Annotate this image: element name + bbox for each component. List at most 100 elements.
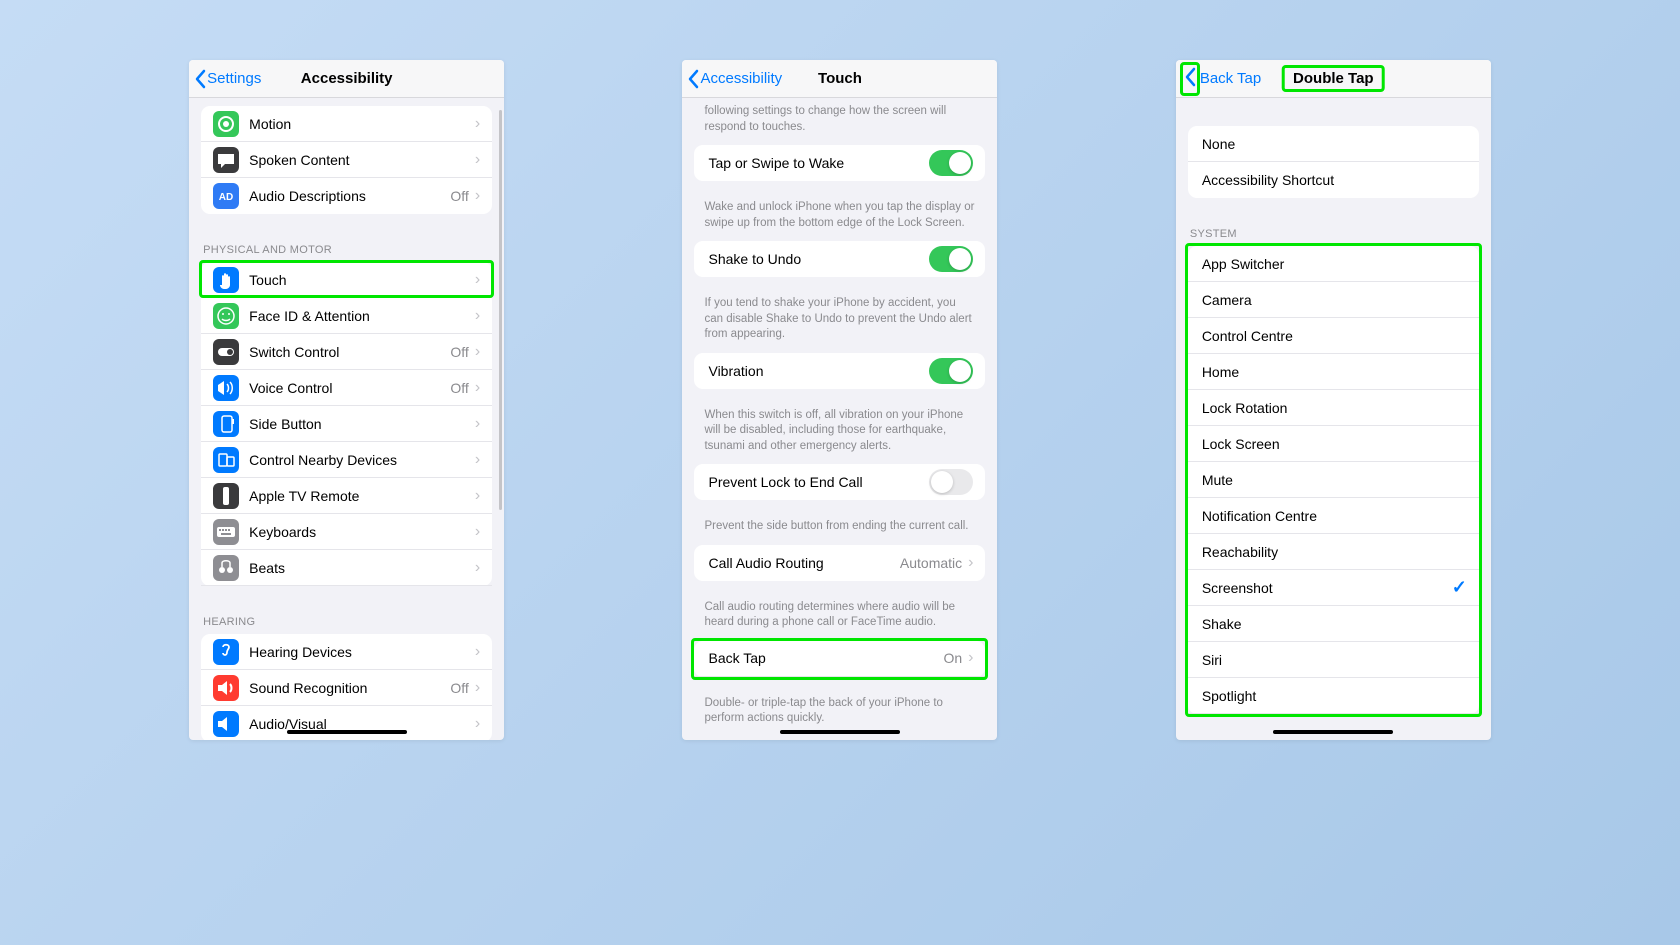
row-label: Spotlight bbox=[1202, 688, 1467, 704]
list-row[interactable]: Hearing Devices› bbox=[201, 634, 492, 670]
bubble-icon bbox=[213, 147, 239, 173]
list-row[interactable]: Apple TV Remote› bbox=[201, 478, 492, 514]
section-header-hearing: HEARING bbox=[189, 600, 504, 634]
list-row[interactable]: Spotlight bbox=[1188, 678, 1479, 714]
list-row[interactable]: Voice ControlOff› bbox=[201, 370, 492, 406]
chevron-right-icon: › bbox=[475, 524, 480, 540]
list-row[interactable]: Switch ControlOff› bbox=[201, 334, 492, 370]
list-row[interactable]: Face ID & Attention› bbox=[201, 298, 492, 334]
list-row[interactable]: ADAudio DescriptionsOff› bbox=[201, 178, 492, 214]
side-icon bbox=[213, 411, 239, 437]
list-row[interactable]: Prevent Lock to End Call bbox=[694, 464, 985, 500]
row-label: Back Tap bbox=[708, 650, 943, 666]
screen-touch: Accessibility Touch following settings t… bbox=[682, 60, 997, 740]
vision-group: Motion›Spoken Content›ADAudio Descriptio… bbox=[201, 106, 492, 214]
setting-group: Vibration bbox=[694, 353, 985, 389]
row-label: Siri bbox=[1202, 652, 1467, 668]
row-label: Motion bbox=[249, 116, 473, 132]
list-row[interactable]: Sound RecognitionOff› bbox=[201, 670, 492, 706]
chevron-right-icon: › bbox=[475, 188, 480, 204]
chevron-right-icon: › bbox=[475, 152, 480, 168]
row-label: Switch Control bbox=[249, 344, 450, 360]
navbar: Settings Accessibility bbox=[189, 60, 504, 98]
toggle-switch[interactable] bbox=[929, 358, 973, 384]
list-row[interactable]: Home bbox=[1188, 354, 1479, 390]
list-row[interactable]: Shake bbox=[1188, 606, 1479, 642]
row-label: Home bbox=[1202, 364, 1467, 380]
row-label: App Switcher bbox=[1202, 256, 1467, 272]
chevron-right-icon: › bbox=[475, 560, 480, 576]
home-indicator[interactable] bbox=[1273, 730, 1393, 734]
list-row[interactable]: Reachability bbox=[1188, 534, 1479, 570]
row-label: Spoken Content bbox=[249, 152, 473, 168]
row-label: Voice Control bbox=[249, 380, 450, 396]
row-label: Side Button bbox=[249, 416, 473, 432]
chevron-right-icon: › bbox=[475, 380, 480, 396]
list-row[interactable]: Shake to Undo bbox=[694, 241, 985, 277]
list-row[interactable]: Touch› bbox=[201, 262, 492, 298]
footer-text: If you tend to shake your iPhone by acci… bbox=[682, 291, 997, 353]
row-label: Shake bbox=[1202, 616, 1467, 632]
setting-group: Shake to Undo bbox=[694, 241, 985, 277]
top-group: None Accessibility Shortcut bbox=[1188, 126, 1479, 198]
back-label: Back Tap bbox=[1200, 70, 1261, 87]
chevron-right-icon: › bbox=[968, 555, 973, 571]
row-label: Vibration bbox=[708, 363, 929, 379]
list-row[interactable]: Keyboards› bbox=[201, 514, 492, 550]
toggle-switch[interactable] bbox=[929, 150, 973, 176]
row-label: None bbox=[1202, 136, 1467, 152]
list-row[interactable]: Lock Screen bbox=[1188, 426, 1479, 462]
list-row[interactable]: Vibration bbox=[694, 353, 985, 389]
home-indicator[interactable] bbox=[780, 730, 900, 734]
list-row[interactable]: Beats› bbox=[201, 550, 492, 586]
voice-icon bbox=[213, 375, 239, 401]
list-row[interactable]: Call Audio RoutingAutomatic› bbox=[694, 545, 985, 581]
chevron-right-icon: › bbox=[475, 344, 480, 360]
av-icon bbox=[213, 711, 239, 737]
list-row[interactable]: Audio/Visual› bbox=[201, 706, 492, 740]
audiodesc-icon: AD bbox=[213, 183, 239, 209]
content: None Accessibility Shortcut SYSTEM App Sw… bbox=[1176, 98, 1491, 740]
section-header-system: SYSTEM bbox=[1176, 212, 1491, 246]
row-label: Camera bbox=[1202, 292, 1467, 308]
chevron-left-icon bbox=[686, 69, 700, 89]
list-row[interactable]: Accessibility Shortcut bbox=[1188, 162, 1479, 198]
beats-icon bbox=[213, 555, 239, 581]
list-row[interactable]: Mute bbox=[1188, 462, 1479, 498]
list-row[interactable]: Notification Centre bbox=[1188, 498, 1479, 534]
setting-group: Back TapOn› bbox=[694, 641, 985, 677]
home-indicator[interactable] bbox=[287, 730, 407, 734]
toggle-switch[interactable] bbox=[929, 469, 973, 495]
list-row[interactable]: Spoken Content› bbox=[201, 142, 492, 178]
hand-icon bbox=[213, 267, 239, 293]
navbar: Back Tap Double Tap bbox=[1176, 60, 1491, 98]
back-button[interactable]: Accessibility bbox=[682, 69, 782, 89]
back-button[interactable]: Settings bbox=[189, 69, 261, 89]
list-row[interactable]: Back TapOn› bbox=[694, 641, 985, 677]
list-row[interactable]: Side Button› bbox=[201, 406, 492, 442]
row-label: Hearing Devices bbox=[249, 644, 473, 660]
scrollbar[interactable] bbox=[499, 110, 502, 510]
back-button[interactable]: Back Tap bbox=[1176, 62, 1261, 96]
list-row[interactable]: Lock Rotation bbox=[1188, 390, 1479, 426]
list-row[interactable]: Motion› bbox=[201, 106, 492, 142]
back-label: Accessibility bbox=[700, 70, 782, 87]
list-row[interactable]: None bbox=[1188, 126, 1479, 162]
toggle-switch[interactable] bbox=[929, 246, 973, 272]
chevron-right-icon: › bbox=[475, 452, 480, 468]
list-row[interactable]: Siri bbox=[1188, 642, 1479, 678]
chevron-right-icon: › bbox=[475, 116, 480, 132]
list-row[interactable]: Screenshot✓ bbox=[1188, 570, 1479, 606]
chevron-right-icon: › bbox=[475, 716, 480, 732]
nearby-icon bbox=[213, 447, 239, 473]
list-row[interactable]: Camera bbox=[1188, 282, 1479, 318]
content: following settings to change how the scr… bbox=[682, 98, 997, 740]
list-row[interactable]: Tap or Swipe to Wake bbox=[694, 145, 985, 181]
row-label: Tap or Swipe to Wake bbox=[708, 155, 929, 171]
row-label: Touch bbox=[249, 272, 473, 288]
list-row[interactable]: Control Centre bbox=[1188, 318, 1479, 354]
row-label: Lock Screen bbox=[1202, 436, 1467, 452]
list-row[interactable]: Control Nearby Devices› bbox=[201, 442, 492, 478]
list-row[interactable]: App Switcher bbox=[1188, 246, 1479, 282]
row-label: Prevent Lock to End Call bbox=[708, 474, 929, 490]
